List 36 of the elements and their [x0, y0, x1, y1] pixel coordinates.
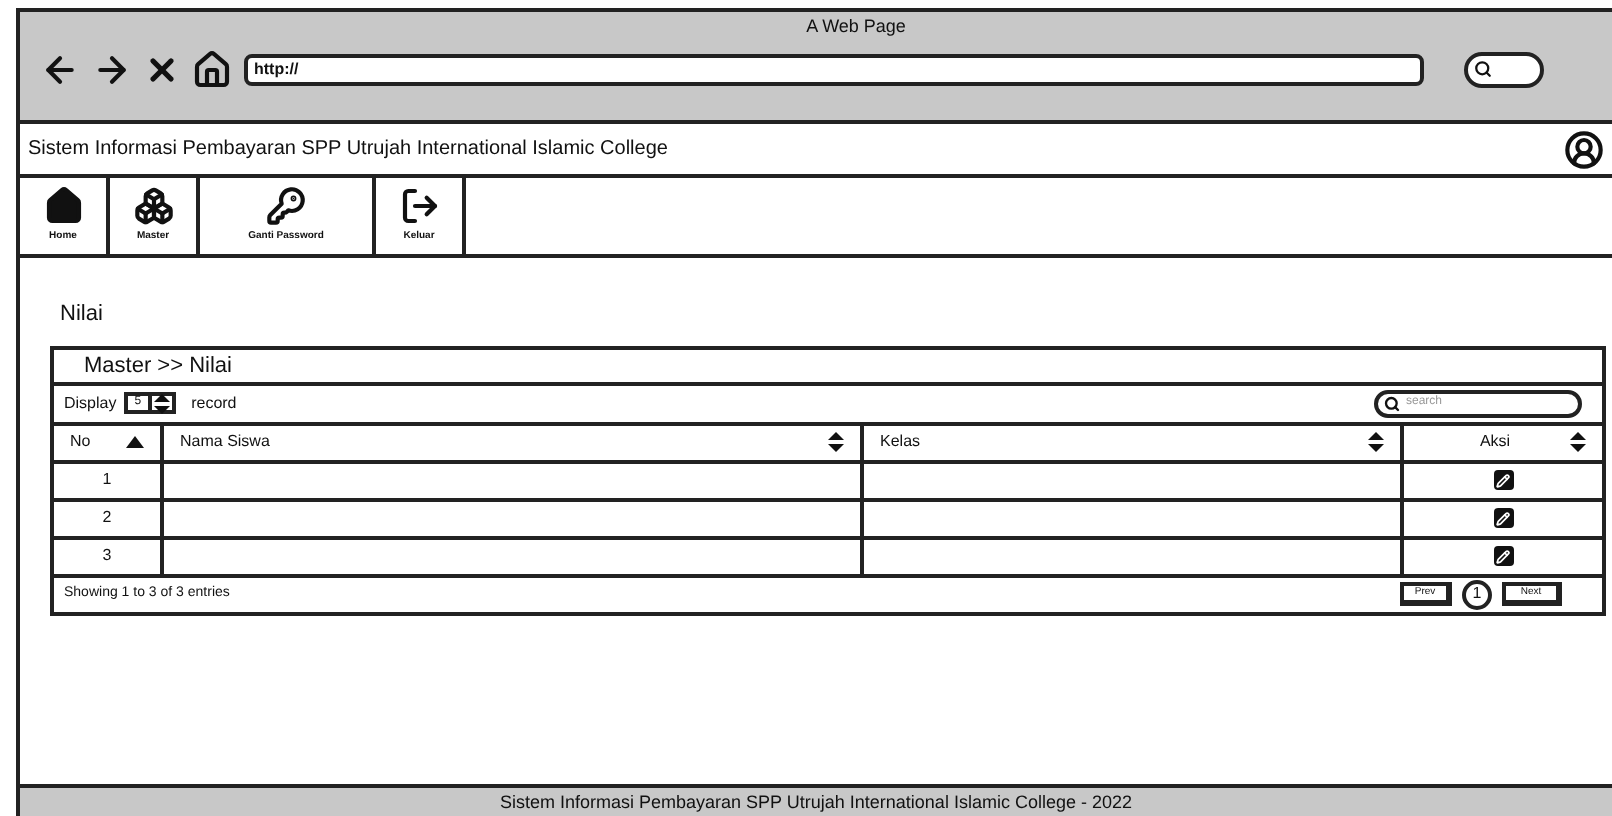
sort-icon[interactable]	[828, 432, 844, 452]
table-cell: 2	[54, 501, 164, 535]
pencil-icon	[1496, 549, 1510, 563]
edit-button[interactable]	[1493, 470, 1513, 490]
address-field[interactable]: http://	[244, 53, 1424, 85]
search-field[interactable]	[1464, 51, 1544, 87]
window-title: A Web Page	[804, 14, 908, 40]
home-icon[interactable]	[192, 49, 232, 89]
sort-up-icon[interactable]	[126, 436, 144, 448]
sort-icon[interactable]	[1570, 432, 1586, 452]
sort-icon[interactable]	[1368, 432, 1384, 452]
display-label: Display	[64, 391, 117, 415]
pencil-icon	[1496, 473, 1510, 487]
home-icon	[43, 186, 83, 227]
app-title: Sistem Informasi Pembayaran SPP Utrujah International Islamic College	[28, 136, 668, 164]
page-button[interactable]: 1	[1462, 579, 1492, 609]
boxes-icon	[133, 186, 173, 227]
table-cell: 3	[54, 539, 164, 573]
search-icon	[1474, 60, 1492, 78]
user-avatar-icon[interactable]	[1564, 129, 1604, 169]
exit-icon	[399, 186, 439, 227]
pencil-icon	[1496, 511, 1510, 525]
record-label: record	[191, 391, 237, 415]
sort-icon[interactable]	[153, 393, 170, 413]
edit-button[interactable]	[1493, 546, 1513, 566]
column-header[interactable]: Aksi	[1404, 425, 1602, 459]
column-header[interactable]: No	[54, 425, 164, 459]
edit-button[interactable]	[1493, 508, 1513, 528]
breadcrumb: Master >> Nilai	[54, 349, 1602, 385]
page-title: Nilai	[60, 300, 103, 330]
search-icon	[1384, 395, 1400, 411]
column-header[interactable]: Nama Siswa	[164, 425, 864, 459]
table-cell: 1	[54, 463, 164, 497]
column-header[interactable]: Kelas	[864, 425, 1404, 459]
key-icon	[266, 186, 306, 227]
footer: Sistem Informasi Pembayaran SPP Utrujah International Islamic College - 2022	[20, 784, 1612, 816]
